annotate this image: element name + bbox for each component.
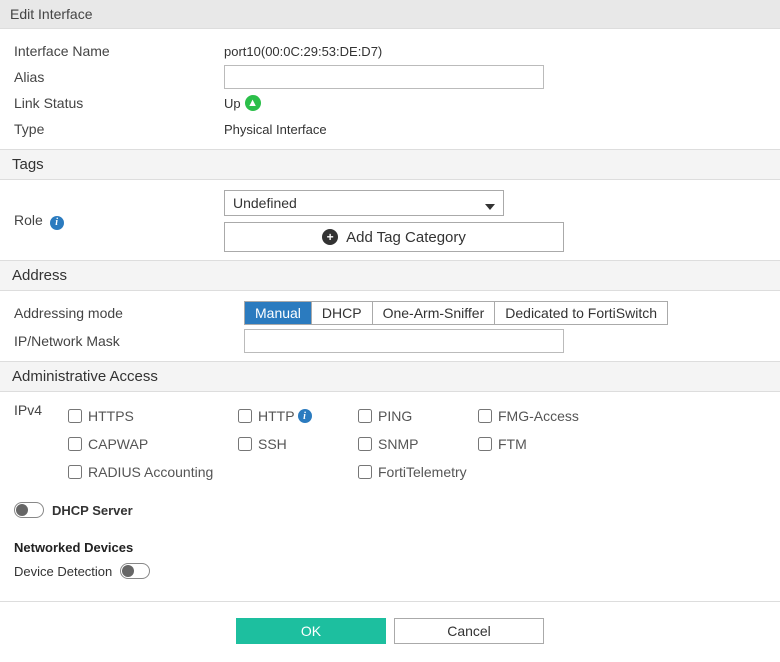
interface-name-value: port10(00:0C:29:53:DE:D7) bbox=[224, 44, 766, 59]
check-ssh[interactable]: SSH bbox=[234, 430, 354, 458]
check-telemetry[interactable]: FortiTelemetry bbox=[354, 458, 554, 486]
alias-input[interactable] bbox=[224, 65, 544, 89]
ip-mask-input[interactable] bbox=[244, 329, 564, 353]
link-status-label: Link Status bbox=[14, 95, 224, 111]
check-ftm[interactable]: FTM bbox=[474, 430, 614, 458]
add-tag-label: Add Tag Category bbox=[346, 229, 466, 246]
check-https[interactable]: HTTPS bbox=[64, 402, 234, 430]
address-header: Address bbox=[0, 260, 780, 291]
dialog-button-row: OK Cancel bbox=[0, 601, 780, 662]
admin-access-header: Administrative Access bbox=[0, 361, 780, 392]
role-dropdown-value: Undefined bbox=[233, 195, 297, 211]
info-icon[interactable]: i bbox=[298, 409, 312, 423]
type-label: Type bbox=[14, 121, 224, 137]
check-ping[interactable]: PING bbox=[354, 402, 474, 430]
type-value: Physical Interface bbox=[224, 122, 766, 137]
networked-devices-header: Networked Devices bbox=[0, 530, 780, 559]
check-http[interactable]: HTTPi bbox=[234, 402, 354, 430]
dhcp-server-toggle[interactable] bbox=[14, 502, 44, 518]
check-snmp[interactable]: SNMP bbox=[354, 430, 474, 458]
addressing-mode-label: Addressing mode bbox=[14, 305, 244, 321]
add-tag-category-button[interactable]: + Add Tag Category bbox=[224, 222, 564, 252]
tags-header: Tags bbox=[0, 149, 780, 180]
ip-mask-label: IP/Network Mask bbox=[14, 333, 244, 349]
ipv4-checkbox-grid: HTTPS HTTPi PING FMG-Access CAPWAP SSH S… bbox=[64, 402, 624, 486]
basic-section: Interface Name port10(00:0C:29:53:DE:D7)… bbox=[0, 29, 780, 149]
check-radius[interactable]: RADIUS Accounting bbox=[64, 458, 284, 486]
dialog-title: Edit Interface bbox=[0, 0, 780, 29]
addressing-mode-group: Manual DHCP One-Arm-Sniffer Dedicated to… bbox=[244, 301, 668, 325]
plus-circle-icon: + bbox=[322, 229, 338, 245]
role-dropdown[interactable]: Undefined bbox=[224, 190, 504, 216]
mode-fortiswitch[interactable]: Dedicated to FortiSwitch bbox=[495, 302, 667, 324]
ipv4-label: IPv4 bbox=[14, 402, 64, 418]
check-fmg[interactable]: FMG-Access bbox=[474, 402, 614, 430]
device-detection-label: Device Detection bbox=[14, 564, 112, 579]
dhcp-server-label: DHCP Server bbox=[52, 503, 133, 518]
mode-dhcp[interactable]: DHCP bbox=[312, 302, 373, 324]
interface-name-label: Interface Name bbox=[14, 43, 224, 59]
arrow-up-icon: ▲ bbox=[245, 95, 261, 111]
ok-button[interactable]: OK bbox=[236, 618, 386, 644]
cancel-button[interactable]: Cancel bbox=[394, 618, 544, 644]
role-label: Role bbox=[14, 212, 43, 228]
info-icon[interactable]: i bbox=[50, 216, 64, 230]
check-capwap[interactable]: CAPWAP bbox=[64, 430, 234, 458]
mode-manual[interactable]: Manual bbox=[245, 302, 312, 324]
mode-one-arm-sniffer[interactable]: One-Arm-Sniffer bbox=[373, 302, 496, 324]
chevron-down-icon bbox=[485, 197, 495, 213]
device-detection-toggle[interactable] bbox=[120, 563, 150, 579]
link-status-value: Up bbox=[224, 96, 241, 111]
alias-label: Alias bbox=[14, 69, 224, 85]
